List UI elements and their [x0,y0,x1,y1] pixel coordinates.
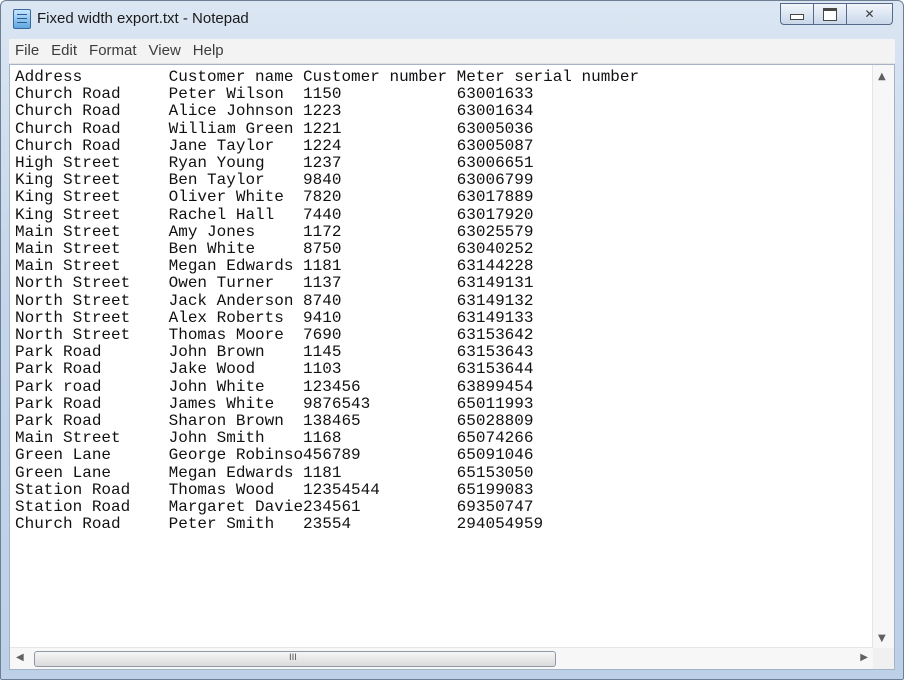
window-title: Fixed width export.txt - Notepad [37,10,249,27]
horizontal-scroll-thumb[interactable]: III [34,651,556,667]
text-line: Church Road Jane Taylor 1224 63005087 [15,136,534,155]
text-line: Green Lane Megan Edwards 1181 65153050 [15,463,534,482]
window-controls: ✕ [780,3,893,25]
menu-file[interactable]: File [9,39,45,59]
text-line: Main Street Amy Jones 1172 63025579 [15,222,534,241]
menu-bar: File Edit Format View Help [9,39,895,64]
menu-format[interactable]: Format [83,39,143,59]
text-line: King Street Ben Taylor 9840 63006799 [15,171,534,190]
text-line: Church Road Peter Wilson 1150 63001633 [15,85,534,104]
text-line: King Street Oliver White 7820 63017889 [15,188,534,207]
scroll-down-icon[interactable]: ▼ [878,633,886,644]
text-line: Main Street Ben White 8750 63040252 [15,240,534,259]
text-line: Main Street John Smith 1168 65074266 [15,429,534,448]
scroll-left-icon[interactable]: ◀ [16,652,24,663]
menu-help[interactable]: Help [187,39,230,59]
text-line: Park Road James White 9876543 65011993 [15,394,534,413]
text-line: Church Road Peter Smith 23554 294054959 [15,515,544,534]
text-line: High Street Ryan Young 1237 63006651 [15,154,534,173]
text-line: Station Road Thomas Wood 12354544 651990… [15,480,534,499]
minimize-icon [790,14,804,20]
scroll-right-icon[interactable]: ▶ [860,652,868,663]
text-line: Main Street Megan Edwards 1181 63144228 [15,257,534,276]
text-line: North Street Alex Roberts 9410 63149133 [15,308,534,327]
text-line: Church Road Alice Johnson 1223 63001634 [15,102,534,121]
close-icon: ✕ [864,7,875,21]
text-line: Park Road John Brown 1145 63153643 [15,343,534,362]
scroll-up-icon[interactable]: ▲ [878,71,886,82]
text-line: Green Lane George Robinso456789 65091046 [15,446,534,465]
text-line: Park Road Sharon Brown 138465 65028809 [15,412,534,431]
text-line: King Street Rachel Hall 7440 63017920 [15,205,534,224]
text-editor[interactable]: Address Customer name Customer number Me… [9,64,895,670]
notepad-window: Fixed width export.txt - Notepad ✕ File E… [0,0,904,680]
close-button[interactable]: ✕ [846,3,893,25]
maximize-icon [823,7,837,21]
menu-view[interactable]: View [143,39,187,59]
document-text[interactable]: Address Customer name Customer number Me… [15,69,868,643]
vertical-scrollbar[interactable]: ▲ ▼ [872,65,894,648]
notepad-icon[interactable] [13,9,31,29]
text-line: Church Road William Green 1221 63005036 [15,119,534,138]
title-bar[interactable]: Fixed width export.txt - Notepad ✕ [1,1,903,39]
text-line: North Street Thomas Moore 7690 63153642 [15,326,534,345]
text-line: Park road John White 123456 63899454 [15,377,534,396]
maximize-button[interactable] [813,3,847,25]
text-line: Park Road Jake Wood 1103 63153644 [15,360,534,379]
resize-grip[interactable] [873,648,894,669]
scroll-grip: III [289,653,297,663]
text-line: Station Road Margaret Davie234561 693507… [15,498,534,517]
text-line: North Street Owen Turner 1137 63149131 [15,274,534,293]
menu-edit[interactable]: Edit [45,39,83,59]
text-line: North Street Jack Anderson 8740 63149132 [15,291,534,310]
text-line: Address Customer name Customer number Me… [15,69,640,86]
horizontal-scrollbar[interactable]: ◀ III ▶ [10,647,873,669]
minimize-button[interactable] [780,3,814,25]
